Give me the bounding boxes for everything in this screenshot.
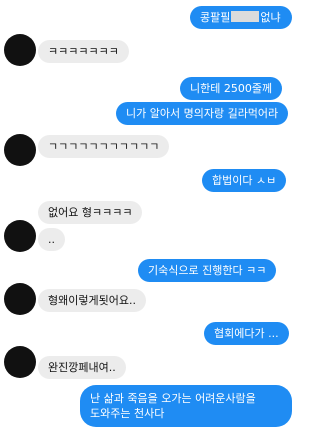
sent-message: 니한테 2500줄께: [180, 77, 283, 100]
message-text: 기숙식으로 진행한다 ㅋㅋ: [148, 264, 267, 277]
message-text: 없어요 형ㅋㅋㅋㅋ: [48, 206, 133, 219]
sent-message: 합법이다 ㅅㅂ: [202, 169, 287, 192]
sent-message: 콩팔필 없냐: [190, 6, 292, 29]
message-text: ㄱㄱㄱㄱㄱㄱㄱㄱㄱㄱㄱ: [48, 140, 160, 153]
message-text: 없냐: [260, 11, 281, 24]
message-text: 완진깡페내여..: [48, 361, 116, 374]
contact-avatar[interactable]: [4, 220, 36, 252]
message-text: ㅋㅋㅋㅋㅋㅋㅋ: [48, 45, 119, 58]
message-text: 합법이다 ㅅㅂ: [212, 174, 277, 187]
sent-message: 기숙식으로 진행한다 ㅋㅋ: [138, 259, 277, 282]
received-message: 없어요 형ㅋㅋㅋㅋ: [38, 201, 143, 224]
received-message: ㅋㅋㅋㅋㅋㅋㅋ: [38, 40, 129, 63]
contact-avatar[interactable]: [4, 34, 36, 66]
message-text: 난 삶과 죽음을 오가는 어려운사람을: [90, 392, 256, 405]
message-text: 도와주는 천사다: [90, 407, 165, 420]
sent-message: 협회에다가 ...: [204, 322, 289, 345]
message-text: ..: [48, 233, 55, 246]
received-message: 형왜이렇게됫어요..: [38, 289, 146, 312]
contact-avatar[interactable]: [4, 283, 36, 315]
message-text: 콩팔필: [200, 11, 231, 24]
message-text: 협회에다가 ...: [214, 327, 279, 340]
contact-avatar[interactable]: [4, 346, 36, 378]
received-message: ㄱㄱㄱㄱㄱㄱㄱㄱㄱㄱㄱ: [38, 135, 170, 158]
sent-message: 니가 알아서 명의자랑 길라먹어라: [116, 102, 289, 125]
received-message: ..: [38, 228, 65, 251]
message-text: 니한테 2500줄께: [190, 82, 273, 95]
message-text: 니가 알아서 명의자랑 길라먹어라: [126, 107, 279, 120]
contact-avatar[interactable]: [4, 134, 36, 166]
message-text: 형왜이렇게됫어요..: [48, 294, 136, 307]
redacted-block: [231, 11, 260, 22]
sent-message: 난 삶과 죽음을 오가는 어려운사람을 도와주는 천사다: [80, 385, 292, 427]
received-message: 완진깡페내여..: [38, 356, 126, 379]
